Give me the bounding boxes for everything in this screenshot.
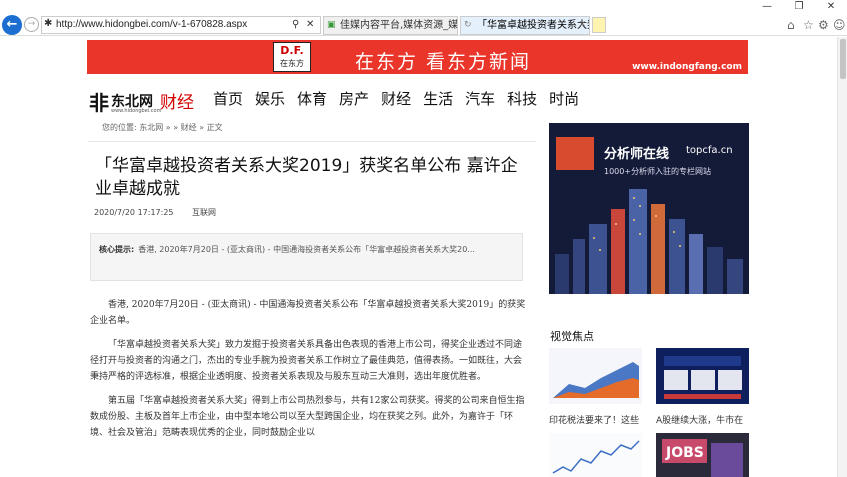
vertical-scrollbar[interactable] bbox=[837, 37, 847, 477]
tab-favicon-icon: ▣ bbox=[327, 20, 336, 30]
ad-url: topcfa.cn bbox=[686, 145, 733, 156]
summary-label: 核心提示: bbox=[99, 245, 135, 254]
channel-title: 财经 bbox=[160, 93, 194, 113]
paragraph: 香港, 2020年7月20日 - (亚太商讯) - 中国通海投资者关系公布「华富… bbox=[90, 300, 526, 326]
browser-window: — ❐ ✕ ← → ✱ http://www.hidongbei.com/v-1… bbox=[0, 0, 847, 477]
favorites-star-icon[interactable]: ☆ bbox=[803, 18, 814, 32]
summary-text: 香港, 2020年7月20日 - (亚太商讯) - 中国通海投资者关系公布「华富… bbox=[138, 245, 475, 254]
tab-article[interactable]: ↻ 「华富卓越投资者关系大奖2... ✕ bbox=[460, 16, 590, 35]
article-meta: 2020/7/20 17:17:25 互联网 bbox=[94, 207, 216, 218]
loading-icon: ↻ bbox=[464, 20, 472, 30]
site-favicon-icon: ✱ bbox=[44, 18, 53, 29]
nav-link-entertainment[interactable]: 娱乐 bbox=[255, 88, 285, 109]
site-logo-icon[interactable]: ⾮ bbox=[89, 87, 109, 116]
paragraph: 「华富卓越投资者关系大奖」致力发掘于投资者关系具备出色表现的香港上市公司，得奖企… bbox=[90, 340, 523, 382]
thumb-jobs[interactable]: JOBS bbox=[656, 433, 749, 477]
window-controls: — ❐ ✕ bbox=[751, 0, 847, 14]
new-tab-button[interactable] bbox=[592, 17, 606, 33]
close-button[interactable]: ✕ bbox=[815, 0, 847, 14]
nav-link-finance[interactable]: 财经 bbox=[381, 88, 411, 109]
analyst-ad[interactable]: 分析师在线 topcfa.cn 1000+分析师入驻的专栏网站 bbox=[549, 123, 749, 294]
thumb-caption[interactable]: 印花税法要来了！这些 bbox=[549, 413, 644, 426]
close-tab-icon[interactable]: ✕ bbox=[578, 17, 586, 34]
home-icon[interactable]: ⌂ bbox=[787, 18, 795, 32]
ad-chart-icon bbox=[556, 137, 594, 170]
thumb-market-chart[interactable] bbox=[549, 433, 642, 477]
thumb-a-share-rally[interactable] bbox=[656, 348, 749, 404]
tab-media-platform[interactable]: ▣ 佳媒内容平台,媒体资源_媒介资... bbox=[323, 16, 458, 35]
web-page: D.F. 在东方 在东方 看东方新闻 www.indongfang.com ⾮ … bbox=[0, 37, 847, 477]
search-icon[interactable]: ⚲ bbox=[292, 19, 299, 30]
banner-logo: D.F. 在东方 bbox=[273, 42, 311, 72]
nav-link-tech[interactable]: 科技 bbox=[507, 88, 537, 109]
tab-label: 「华富卓越投资者关系大奖2... bbox=[477, 20, 589, 31]
site-navigation: ⾮ 东北网 www.hidongbei.com 财经 首页 娱乐 体育 房产 财… bbox=[87, 85, 748, 115]
forward-button[interactable]: → bbox=[24, 17, 39, 32]
navigation-bar: ← → ✱ http://www.hidongbei.com/v-1-67082… bbox=[0, 14, 847, 36]
feedback-smiley-icon[interactable]: ☺ bbox=[833, 18, 846, 32]
article-source: 互联网 bbox=[192, 208, 217, 217]
article-date: 2020/7/20 17:17:25 bbox=[94, 208, 174, 217]
scrollbar-thumb[interactable] bbox=[840, 39, 846, 79]
minimize-button[interactable]: — bbox=[751, 0, 783, 14]
thumb-caption[interactable]: A股继续大涨，牛市在 bbox=[656, 413, 751, 426]
visual-focus-title: 视觉焦点 bbox=[550, 330, 594, 343]
nav-link-fashion[interactable]: 时尚 bbox=[549, 88, 579, 109]
nav-links: 首页 娱乐 体育 房产 财经 生活 汽车 科技 时尚 bbox=[213, 88, 591, 109]
nav-link-life[interactable]: 生活 bbox=[423, 88, 453, 109]
article-summary: 核心提示: 香港, 2020年7月20日 - (亚太商讯) - 中国通海投资者关系… bbox=[90, 233, 523, 281]
banner-site-url: www.indongfang.com bbox=[632, 62, 742, 72]
thumb-stamp-tax[interactable] bbox=[549, 348, 642, 404]
nav-link-auto[interactable]: 汽车 bbox=[465, 88, 495, 109]
nav-link-sports[interactable]: 体育 bbox=[297, 88, 327, 109]
arrow-left-icon: ← bbox=[6, 17, 18, 32]
svg-text:JOBS: JOBS bbox=[665, 445, 704, 461]
breadcrumb[interactable]: 您的位置: 东北网 » » 财经 » 正文 bbox=[102, 122, 223, 133]
city-skyline-illustration bbox=[555, 189, 743, 294]
ad-subtitle: 1000+分析师入驻的专栏网站 bbox=[604, 167, 712, 176]
restore-button[interactable]: ❐ bbox=[783, 0, 815, 14]
settings-gear-icon[interactable]: ⚙ bbox=[818, 18, 829, 32]
article-title: 「华富卓越投资者关系大奖2019」获奖名单公布 嘉许企业卓越成就 bbox=[95, 156, 518, 199]
nav-link-home[interactable]: 首页 bbox=[213, 88, 243, 109]
title-bar: — ❐ ✕ bbox=[0, 0, 847, 14]
address-bar[interactable]: ✱ http://www.hidongbei.com/v-1-670828.as… bbox=[41, 16, 321, 34]
site-logo-domain: www.hidongbei.com bbox=[111, 108, 162, 114]
paragraph: 第五届「华富卓越投资者关系大奖」得到上市公司热烈参与，共有12家公司获奖。得奖的… bbox=[90, 396, 525, 438]
tab-label: 佳媒内容平台,媒体资源_媒介资... bbox=[340, 20, 458, 31]
top-banner-ad[interactable]: D.F. 在东方 在东方 看东方新闻 www.indongfang.com bbox=[87, 40, 748, 74]
sidebar: 分析师在线 topcfa.cn 1000+分析师入驻的专栏网站 视觉焦点 印花税… bbox=[549, 115, 749, 477]
banner-slogan: 在东方 看东方新闻 bbox=[355, 51, 532, 73]
back-button[interactable]: ← bbox=[2, 15, 22, 35]
address-url[interactable]: http://www.hidongbei.com/v-1-670828.aspx bbox=[56, 19, 247, 30]
nav-link-realestate[interactable]: 房产 bbox=[339, 88, 369, 109]
refresh-icon[interactable]: ✕ bbox=[306, 19, 314, 30]
arrow-right-icon: → bbox=[27, 19, 36, 29]
article-body: 香港, 2020年7月20日 - (亚太商讯) - 中国通海投资者关系公布「华富… bbox=[90, 297, 526, 449]
article-column: 您的位置: 东北网 » » 财经 » 正文 「华富卓越投资者关系大奖2019」获… bbox=[88, 115, 536, 477]
ad-title: 分析师在线 bbox=[604, 147, 670, 162]
divider bbox=[88, 141, 536, 142]
